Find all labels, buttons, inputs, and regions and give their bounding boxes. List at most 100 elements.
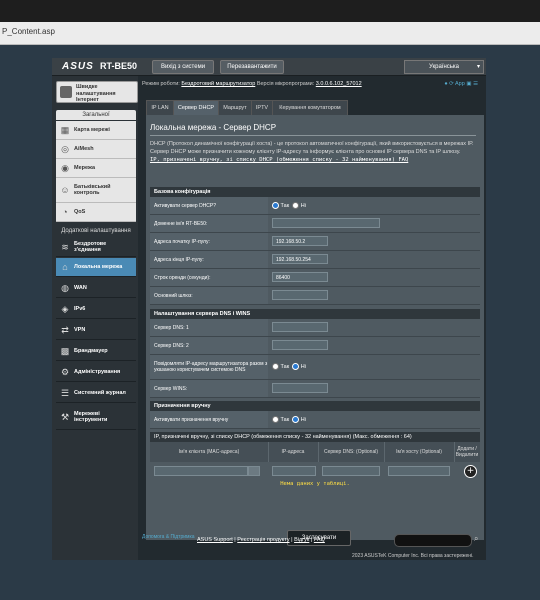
lease-input[interactable]: 86400 xyxy=(272,272,328,282)
map-icon: ▦ xyxy=(60,125,70,135)
manual-enable-radio[interactable]: Так Ні xyxy=(272,416,306,423)
dns1-input[interactable] xyxy=(272,322,328,332)
client-list-dropdown[interactable] xyxy=(248,466,260,476)
sidebar-item-network[interactable]: ◉ Мережа xyxy=(56,159,136,178)
advertise-router-radio[interactable]: Так Ні xyxy=(272,363,306,370)
row-domain: Доменне ім'я RT-BE50: xyxy=(150,215,480,233)
radio-yes-label: Так xyxy=(280,363,290,370)
sidebar-item-admin[interactable]: ⚙ Адміністрування xyxy=(56,363,136,382)
router-header: ASUS RT-BE50 Вихід з системи Перезаванта… xyxy=(52,58,486,76)
firmware-link[interactable]: 3.0.0.6.102_57012 xyxy=(316,81,362,87)
manual-ip-input[interactable] xyxy=(272,466,316,476)
row-enable-dhcp: Активувати сервер DHCP? Так Ні xyxy=(150,197,480,215)
page-description: DHCP (Протокол динамічної конфігурації х… xyxy=(150,140,478,164)
wifi-icon: ≋ xyxy=(61,242,69,252)
sidebar-item-label: Адміністрування xyxy=(74,368,121,375)
mesh-icon: ◎ xyxy=(61,144,69,154)
gateway-input[interactable] xyxy=(272,290,328,300)
network-icon: ◉ xyxy=(61,163,69,173)
row-manual-enable: Активувати призначення вручну Так Ні xyxy=(150,411,480,429)
radio-yes[interactable] xyxy=(272,416,279,423)
sidebar-item-wireless[interactable]: ≋ Бездротове з'єднання xyxy=(56,238,136,257)
copyright: 2023 ASUSTeK Computer Inc. Всі права зас… xyxy=(352,553,474,559)
radio-no[interactable] xyxy=(292,416,300,423)
feedback-link[interactable]: Відгук xyxy=(294,537,309,543)
main-area: Режим роботи: Бездротовий маршрутизатор … xyxy=(142,76,484,560)
tab-route[interactable]: Маршрут xyxy=(218,100,252,116)
sidebar-item-syslog[interactable]: ☰ Системний журнал xyxy=(56,384,136,403)
browser-titlebar xyxy=(0,0,540,22)
quick-setup-label: Швидке налаштування Інтернет xyxy=(76,84,116,103)
sidebar-item-network-map[interactable]: ▦ Карта мережі xyxy=(56,121,136,140)
row-wins: Сервер WINS: xyxy=(150,380,480,398)
advanced-header: Додаткові налаштування xyxy=(61,228,131,234)
tab-dhcp-server[interactable]: Сервер DHCP xyxy=(173,100,219,116)
sidebar-item-tools[interactable]: ⚒ Мережеві інструменти xyxy=(56,405,136,430)
sidebar-item-vpn[interactable]: ⇄ VPN xyxy=(56,321,136,340)
tab-switch-control[interactable]: Керування комутатором xyxy=(272,100,348,116)
asus-support-link[interactable]: ASUS Support xyxy=(197,537,233,543)
model-name: RT-BE50 xyxy=(100,61,138,71)
reboot-button[interactable]: Перезавантажити xyxy=(220,60,284,74)
manual-table-header: Ім'я клієнта (MAC-адреса) IP-адреса Серв… xyxy=(150,442,480,462)
qos-icon: ◔ xyxy=(62,207,68,217)
sidebar-item-label: Батьківський контроль xyxy=(74,183,111,197)
sidebar-item-label: Мережа xyxy=(74,164,96,171)
row-dns2: Сервер DNS: 2 xyxy=(150,337,480,355)
col-dns: Сервер DNS: (Optional) xyxy=(318,442,385,462)
row-advertise-router: Повідомляти IP-адресу маршрутизатора раз… xyxy=(150,355,480,380)
ipv6-icon: ◈ xyxy=(61,304,69,314)
faq-footer-link[interactable]: FAQ xyxy=(314,537,325,543)
mode-link[interactable]: Бездротовий маршрутизатор xyxy=(181,81,255,87)
sidebar-item-aimesh[interactable]: ◎ AiMesh xyxy=(56,140,136,159)
sidebar-item-parental[interactable]: ☺ Батьківський контроль xyxy=(56,178,136,203)
sidebar-item-ipv6[interactable]: ◈ IPv6 xyxy=(56,300,136,319)
url-text: P_Content.asp xyxy=(2,27,55,36)
search-icon[interactable]: ⌕ xyxy=(474,534,478,544)
sidebar-item-label: Карта мережі xyxy=(74,126,110,133)
faq-link[interactable]: IP, призначені вручну, зі списку DHCP (о… xyxy=(150,157,408,163)
tab-iptv[interactable]: IPTV xyxy=(251,100,273,116)
radio-yes[interactable] xyxy=(272,202,279,209)
enable-dhcp-radio[interactable]: Так Ні xyxy=(272,202,306,209)
radio-yes-label: Так xyxy=(280,416,290,423)
pool-start-input[interactable]: 192.168.50.2 xyxy=(272,236,328,246)
dns1-label: Сервер DNS: 1 xyxy=(150,319,268,336)
wins-input[interactable] xyxy=(272,383,328,393)
browser-address-bar[interactable]: P_Content.asp xyxy=(0,22,540,45)
empty-table-message: Нема даних у таблиці. xyxy=(280,481,350,487)
mode-label: Режим роботи: xyxy=(142,81,180,87)
quick-setup-button[interactable]: Швидке налаштування Інтернет xyxy=(56,81,138,103)
client-mac-input[interactable] xyxy=(154,466,248,476)
radio-no[interactable] xyxy=(292,202,300,209)
sidebar-item-lan[interactable]: ⌂ Локальна мережа xyxy=(56,258,136,277)
status-icons[interactable]: ● ⟳ App ▣ ☰ xyxy=(444,78,478,90)
sidebar-item-label: Системний журнал xyxy=(74,389,126,396)
pool-end-input[interactable]: 192.168.50.254 xyxy=(272,254,328,264)
dns2-input[interactable] xyxy=(272,340,328,350)
manual-dns-input[interactable] xyxy=(322,466,380,476)
add-icon[interactable]: + xyxy=(464,465,477,478)
col-hostname: Ім'я хосту (Optional) xyxy=(384,442,455,462)
search-input[interactable] xyxy=(394,534,472,547)
sidebar-item-label: QoS xyxy=(74,208,86,215)
col-add-delete: Додати / Видалити xyxy=(455,446,479,458)
domain-input[interactable] xyxy=(272,218,380,228)
radio-yes[interactable] xyxy=(272,363,279,370)
sidebar-item-firewall[interactable]: ▩ Брандмауер xyxy=(56,342,136,361)
description-text: DHCP (Протокол динамічної конфігурації х… xyxy=(150,141,474,155)
content-panel: Локальна мережа - Сервер DHCP DHCP (Прот… xyxy=(146,115,484,546)
lease-label: Строк оренди (секунди): xyxy=(150,269,268,286)
sidebar-item-qos[interactable]: ◔ QoS xyxy=(56,203,136,222)
sidebar-item-label: Брандмауер xyxy=(74,347,108,354)
product-registration-link[interactable]: Реєстрація продукту xyxy=(237,537,289,543)
help-support-link[interactable]: Допомога & Підтримка xyxy=(142,534,195,540)
sidebar-item-label: Мережеві інструменти xyxy=(74,410,108,424)
tab-ip-lan[interactable]: IP LAN xyxy=(146,100,174,116)
manual-hostname-input[interactable] xyxy=(388,466,450,476)
pool-start-label: Адреса початку IP-пулу: xyxy=(150,233,268,250)
radio-no[interactable] xyxy=(292,363,300,370)
logout-button[interactable]: Вихід з системи xyxy=(152,60,214,74)
sidebar-item-wan[interactable]: ◍ WAN xyxy=(56,279,136,298)
language-select[interactable]: Українська ▾ xyxy=(404,60,484,74)
